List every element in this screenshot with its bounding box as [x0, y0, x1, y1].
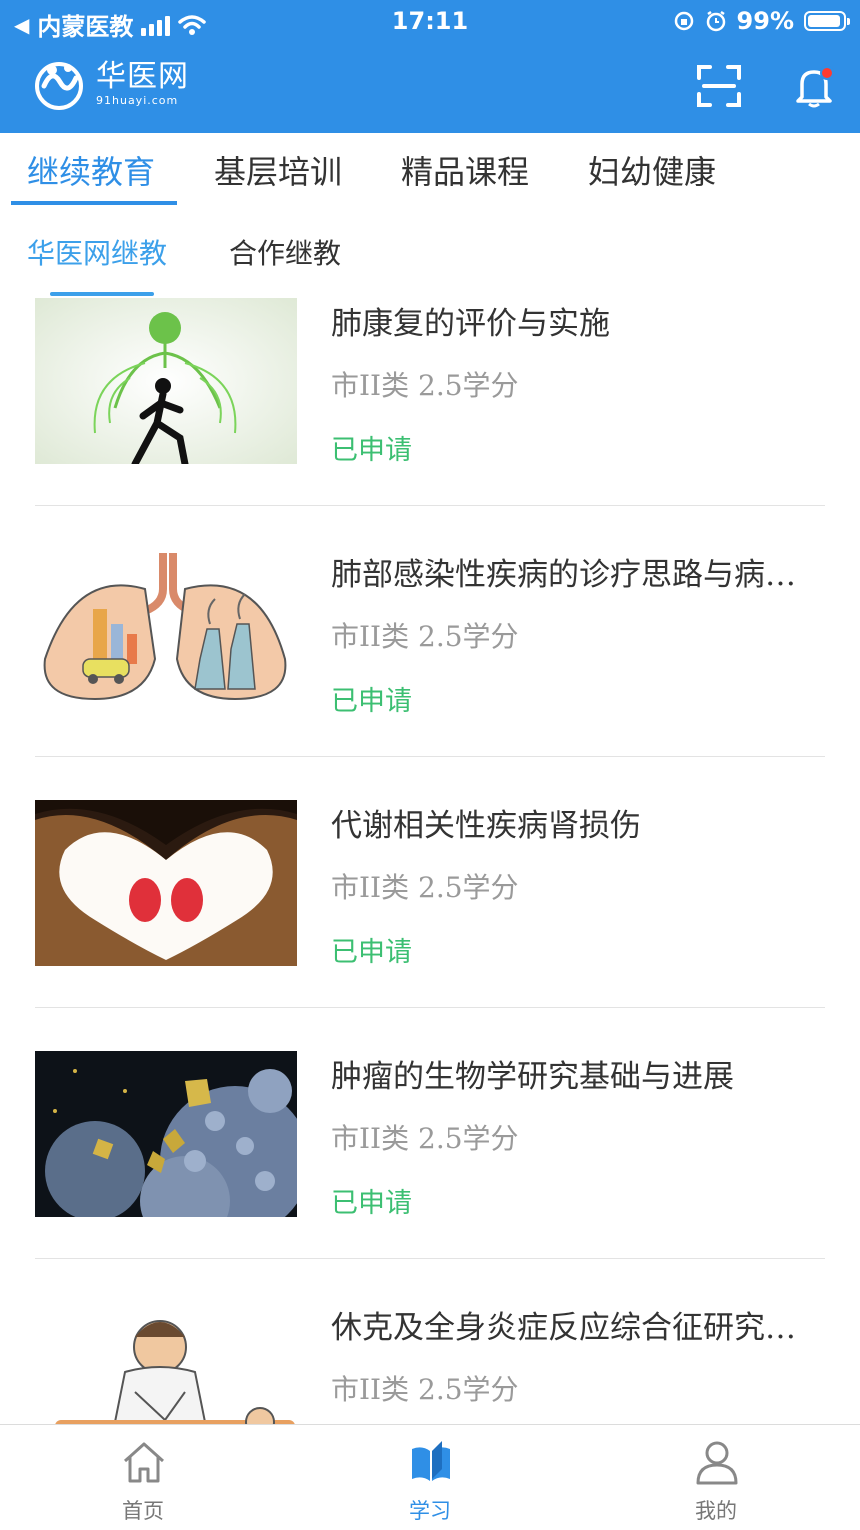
status-right: 99%	[673, 7, 850, 35]
primary-tab-indicator	[11, 201, 177, 205]
course-meta: 市II类 2.5学分	[331, 1122, 519, 1155]
course-item[interactable]: 肺部感染性疾病的诊疗思路与病… 市II类 2.5学分 已申请	[0, 549, 860, 800]
tab-maternal-child-health[interactable]: 妇幼健康	[588, 147, 716, 193]
user-icon	[696, 1441, 738, 1485]
secondary-tab-indicator	[50, 292, 154, 296]
book-icon	[412, 1441, 450, 1481]
course-thumbnail	[35, 1051, 297, 1217]
course-item[interactable]: 肿瘤的生物学研究基础与进展 市II类 2.5学分 已申请	[0, 1051, 860, 1302]
course-meta: 市II类 2.5学分	[331, 1373, 519, 1406]
bottom-nav: 首页 学习 我的	[0, 1424, 860, 1530]
notification-bell-icon[interactable]	[792, 64, 836, 108]
divider	[35, 1007, 825, 1008]
course-meta: 市II类 2.5学分	[331, 369, 519, 402]
huayi-logo-icon	[35, 62, 83, 110]
course-thumbnail	[35, 549, 297, 715]
course-title: 肺康复的评价与实施	[331, 306, 610, 342]
course-title: 肿瘤的生物学研究基础与进展	[331, 1059, 734, 1095]
course-status: 已申请	[331, 686, 412, 717]
course-meta: 市II类 2.5学分	[331, 871, 519, 904]
brand-name: 华医网	[96, 59, 189, 94]
course-list: 肺康复的评价与实施 市II类 2.5学分 已申请 肺部感染性疾病的诊疗思路与病…	[0, 298, 860, 1424]
scan-icon[interactable]	[696, 64, 742, 108]
course-title: 代谢相关性疾病肾损伤	[331, 808, 641, 844]
course-thumbnail	[35, 1302, 297, 1424]
alarm-icon	[706, 10, 725, 32]
divider	[35, 1258, 825, 1259]
course-title: 肺部感染性疾病的诊疗思路与病…	[331, 557, 796, 593]
battery-icon	[804, 11, 850, 31]
brand-logo: 华医网 91huayi.com	[30, 58, 189, 110]
course-status: 已申请	[331, 435, 412, 466]
course-thumbnail	[35, 800, 297, 966]
course-title: 休克及全身炎症反应综合征研究…	[331, 1310, 796, 1346]
rotation-lock-icon	[674, 11, 693, 31]
home-icon	[123, 1442, 165, 1483]
divider	[35, 756, 825, 757]
course-status: 已申请	[331, 1188, 412, 1219]
nav-study-label: 学习	[409, 1499, 451, 1523]
course-item[interactable]: 肺康复的评价与实施 市II类 2.5学分 已申请	[0, 298, 860, 549]
course-status: 已申请	[331, 937, 412, 968]
battery-percent: 99%	[736, 7, 794, 35]
divider	[35, 505, 825, 506]
subtab-huayi-continuing[interactable]: 华医网继教	[27, 232, 167, 272]
course-item[interactable]: 休克及全身炎症反应综合征研究… 市II类 2.5学分	[0, 1302, 860, 1424]
app-header: ◀ 内蒙医教 17:11 99% 华医网 91huayi.com	[0, 0, 860, 133]
tab-grassroots-training[interactable]: 基层培训	[214, 147, 342, 193]
nav-home[interactable]: 首页	[83, 1425, 203, 1530]
status-bar: ◀ 内蒙医教 17:11 99%	[0, 0, 860, 46]
nav-home-label: 首页	[122, 1499, 164, 1523]
tab-continuing-education[interactable]: 继续教育	[27, 147, 155, 193]
course-thumbnail	[35, 298, 297, 464]
nav-mine[interactable]: 我的	[656, 1425, 776, 1530]
nav-mine-label: 我的	[695, 1499, 737, 1523]
nav-study[interactable]: 学习	[370, 1425, 490, 1530]
brand-domain: 91huayi.com	[96, 94, 179, 107]
tab-premium-courses[interactable]: 精品课程	[401, 147, 529, 193]
course-meta: 市II类 2.5学分	[331, 620, 519, 653]
subtab-partner-continuing[interactable]: 合作继教	[229, 232, 341, 272]
course-item[interactable]: 代谢相关性疾病肾损伤 市II类 2.5学分 已申请	[0, 800, 860, 1051]
